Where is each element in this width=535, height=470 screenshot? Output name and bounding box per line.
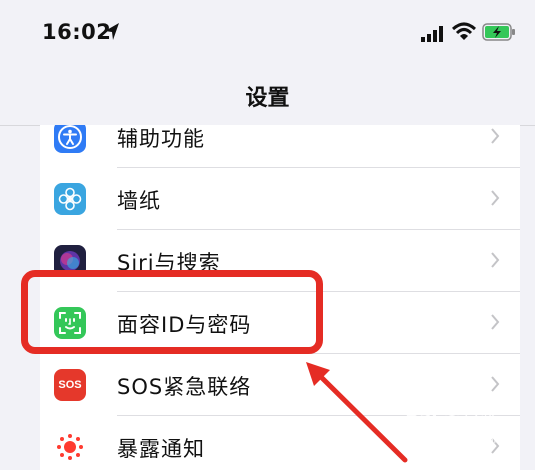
chevron-right-icon [490, 190, 500, 210]
settings-row-label: SOS紧急联络 [117, 375, 252, 399]
red-arrow-icon [300, 360, 410, 467]
page-title: 设置 [245, 86, 290, 111]
wifi-icon [451, 22, 477, 46]
chevron-right-icon [490, 376, 500, 396]
watermark-brand-left: Bai [405, 407, 438, 428]
exposure-notification-icon [54, 431, 86, 463]
chevron-right-icon [490, 252, 500, 272]
chevron-right-icon [490, 128, 500, 148]
chevron-right-icon [490, 314, 500, 334]
watermark-brand-right: 经验 [463, 412, 497, 432]
settings-row-wallpaper[interactable]: 墙纸 [40, 168, 520, 230]
accessibility-icon [54, 125, 86, 153]
sos-icon: SOS [54, 369, 86, 401]
settings-row-label: 墙纸 [117, 189, 161, 213]
status-time: 16:02 [42, 20, 112, 44]
watermark: Bai 经验 jingyan.baidu.com [405, 405, 525, 455]
sos-icon-text: SOS [58, 379, 82, 391]
settings-row-label: 暴露通知 [117, 437, 205, 461]
watermark-url: jingyan.baidu.com [411, 435, 504, 446]
settings-row-label: 辅助功能 [117, 127, 205, 151]
highlight-box [21, 270, 323, 354]
battery-charging-icon [482, 22, 516, 46]
status-bar: 16:02 [0, 0, 535, 70]
location-arrow-icon [103, 21, 121, 47]
settings-row-accessibility[interactable]: 辅助功能 [40, 125, 520, 168]
cellular-signal-icon [421, 26, 445, 46]
wallpaper-flower-icon [54, 183, 86, 215]
paw-logo-icon [441, 405, 463, 433]
